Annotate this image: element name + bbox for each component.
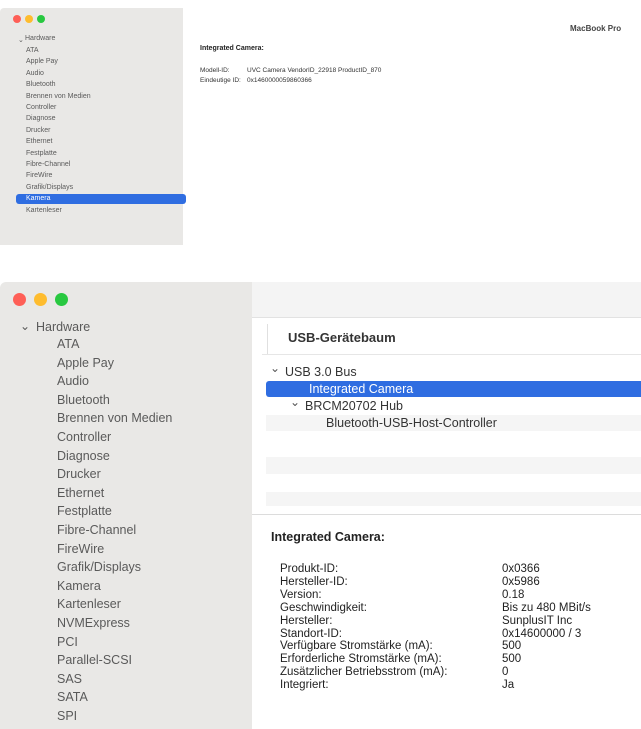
sidebar-item-spi[interactable]: SPI [57,709,77,723]
sidebar-item-sas[interactable]: SAS [57,672,82,686]
field-value: 500 [502,653,522,666]
field-value: 0 [502,666,509,679]
field-value: 0.18 [502,588,525,601]
minimize-button[interactable] [25,15,33,23]
usb-tree-separator [262,354,641,355]
field-label: Hersteller-ID: [280,575,348,588]
field-label: Produkt-ID: [280,563,339,575]
sidebar-item-apple-pay[interactable]: Apple Pay [26,58,58,65]
sidebar-item-kamera[interactable]: Kamera [57,579,101,593]
sidebar-item-bluetooth[interactable]: Bluetooth [26,81,56,88]
chevron-down-icon[interactable]: ⌄ [20,319,30,333]
usb-tree-empty-row [266,457,641,474]
bottom-toolbar [252,282,641,318]
sidebar-item-kartenleser[interactable]: Kartenleser [26,207,62,214]
tree-node[interactable]: Integrated Camera [309,382,413,396]
zoom-button[interactable] [37,15,45,23]
field-value: 0x1460000059860366 [247,77,312,84]
chevron-down-icon[interactable]: ⌄ [290,395,300,409]
minimize-button[interactable] [34,293,47,306]
bottom-detail-title: Integrated Camera: [271,530,385,544]
top-window-title: MacBook Pro [570,24,622,33]
sidebar-item-audio[interactable]: Audio [57,374,89,388]
field-value: Ja [502,679,515,692]
sidebar-item-brennen-von-medien[interactable]: Brennen von Medien [26,93,91,100]
sidebar-item-fibre-channel[interactable]: Fibre-Channel [26,161,70,168]
bottom-window: ⌄ Hardware ATA Apple Pay Audio Bluetooth Bre… [0,282,641,729]
bottom-traffic-lights [13,293,68,306]
field-label: Zusätzlicher Betriebsstrom (mA): [280,666,448,679]
top-detail-title: Integrated Camera: [200,45,264,52]
sidebar-item-kamera[interactable]: Kamera [16,194,186,205]
field-label: Modell-ID: [200,67,230,74]
usb-tree-header: USB-Gerätebaum [288,330,396,345]
sidebar-item-pci[interactable]: PCI [57,635,78,649]
field-label: Erforderliche Stromstärke (mA): [280,653,442,666]
chevron-down-icon[interactable]: ⌄ [270,361,280,375]
sidebar-item-festplatte[interactable]: Festplatte [57,504,112,518]
sidebar-item-ethernet[interactable]: Ethernet [57,486,104,500]
sidebar-item-nvmexpress[interactable]: NVMExpress [57,616,130,630]
top-sidebar-group-hardware[interactable]: Hardware [25,35,55,42]
field-value: 0x14600000 / 3 [502,627,582,640]
sidebar-item-controller[interactable]: Controller [57,430,111,444]
sidebar-item-kartenleser[interactable]: Kartenleser [57,597,121,611]
field-value: 0x0366 [502,563,540,575]
field-label: Integriert: [280,679,329,692]
sidebar-item-audio[interactable]: Audio [26,70,44,77]
chevron-down-icon[interactable]: ⌄ [18,36,24,44]
sidebar-item-ata[interactable]: ATA [26,47,39,54]
top-traffic-lights [13,15,45,23]
field-label: Version: [280,588,322,601]
close-button[interactable] [13,293,26,306]
field-label: Standort-ID: [280,627,342,640]
pane-divider [252,514,641,515]
sidebar-item-grafik-displays[interactable]: Grafik/Displays [26,184,73,191]
sidebar-item-drucker[interactable]: Drucker [57,467,101,481]
field-label: Hersteller: [280,614,333,627]
sidebar-item-grafik-displays[interactable]: Grafik/Displays [57,560,141,574]
sidebar-item-drucker[interactable]: Drucker [26,127,51,134]
sidebar-item-apple-pay[interactable]: Apple Pay [57,356,114,370]
tree-node[interactable]: USB 3.0 Bus [285,365,357,379]
sidebar-item-ata[interactable]: ATA [57,337,79,351]
sidebar-item-diagnose[interactable]: Diagnose [57,449,110,463]
sidebar-item-bluetooth[interactable]: Bluetooth [57,393,110,407]
field-value: UVC Camera VendorID_22918 ProductID_870 [247,67,382,74]
top-window: ⌄ Hardware ATA Apple Pay Audio Bluetooth Bre… [0,0,641,245]
sidebar-item-controller[interactable]: Controller [26,104,56,111]
bottom-sidebar-group-hardware[interactable]: Hardware [36,320,90,334]
close-button[interactable] [13,15,21,23]
usb-tree-empty-row [266,492,641,506]
sidebar-item-firewire[interactable]: FireWire [26,172,52,179]
sidebar-item-sata[interactable]: SATA [57,690,88,704]
sidebar-item-brennen-von-medien[interactable]: Brennen von Medien [57,411,172,425]
sidebar-item-ethernet[interactable]: Ethernet [26,138,52,145]
field-label: Geschwindigkeit: [280,601,367,614]
sidebar-item-parallel-scsi[interactable]: Parallel-SCSI [57,653,132,667]
tree-node[interactable]: Bluetooth-USB-Host-Controller [326,416,497,430]
field-label: Eindeutige ID: [200,77,241,84]
tree-node[interactable]: BRCM20702 Hub [305,399,403,413]
sidebar-item-festplatte[interactable]: Festplatte [26,150,57,157]
sidebar-item-fibre-channel[interactable]: Fibre-Channel [57,523,136,537]
field-value: SunplusIT Inc [502,614,573,627]
sidebar-item-diagnose[interactable]: Diagnose [26,115,56,122]
field-value: Bis zu 480 MBit/s [502,601,591,614]
field-value: 0x5986 [502,575,540,588]
field-value: 500 [502,640,522,653]
field-label: Verfügbare Stromstärke (mA): [280,640,433,653]
sidebar-item-firewire[interactable]: FireWire [57,542,104,556]
zoom-button[interactable] [55,293,68,306]
